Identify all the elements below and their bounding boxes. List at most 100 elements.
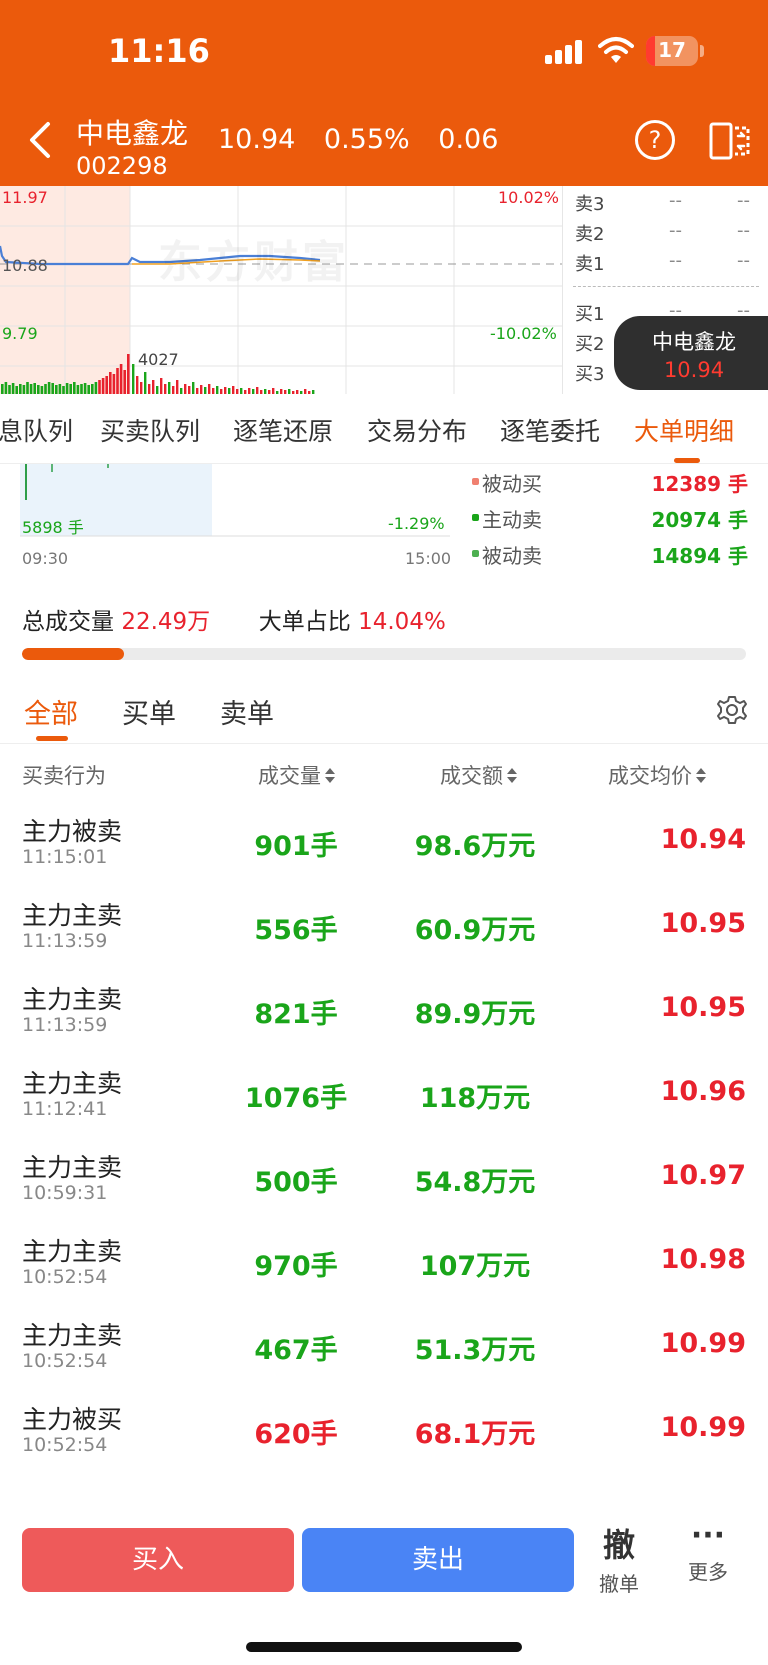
- col-volume[interactable]: 成交量: [258, 760, 335, 790]
- volume-bar: [98, 380, 101, 394]
- home-indicator[interactable]: [246, 1642, 522, 1652]
- volume-bar: [4, 382, 8, 394]
- table-row[interactable]: 主力主卖 11:13:59 821手 89.9万元 10.95: [0, 970, 768, 1059]
- table-row[interactable]: 主力被买 10:52:54 620手 68.1万元 10.99: [0, 1390, 768, 1479]
- chart-start-time: 09:30: [22, 549, 69, 568]
- col-avg-price-label: 成交均价: [608, 764, 692, 788]
- row-amount: 51.3万元: [414, 1335, 536, 1366]
- filter-tabs: 全部 买单 卖单: [0, 680, 768, 744]
- volume-bar: [26, 382, 29, 394]
- current-price: 10.94: [218, 124, 296, 155]
- large-ratio-label: 大单占比: [258, 609, 351, 635]
- sell-button[interactable]: 卖出: [302, 1528, 574, 1592]
- table-row[interactable]: 主力主卖 10:52:54 970手 107万元 10.98: [0, 1222, 768, 1311]
- floating-stock-tag[interactable]: 中电鑫龙 10.94: [614, 316, 768, 390]
- volume-bar: [73, 382, 76, 394]
- tab-large-orders[interactable]: 大单明细: [634, 412, 734, 448]
- row-volume: 901手: [254, 831, 338, 862]
- stock-code: 002298: [76, 152, 168, 180]
- order-level-label: 买3: [575, 364, 605, 385]
- volume-bar: [152, 380, 155, 394]
- switch-layout-icon[interactable]: [708, 120, 752, 162]
- legend-dot: [472, 514, 479, 521]
- row-time: 10:52:54: [22, 1266, 108, 1288]
- app-header: 11:16 17 中电鑫龙 002298 10.94 0.55% 0.06 ?: [0, 0, 768, 186]
- wifi-icon: [598, 37, 634, 63]
- buy-button[interactable]: 买入: [22, 1528, 294, 1592]
- volume-bar: [1, 384, 4, 394]
- volume-bar: [156, 386, 159, 394]
- row-volume: 821手: [254, 999, 338, 1030]
- volume-bar: [15, 386, 18, 394]
- row-amount: 68.1万元: [414, 1419, 536, 1450]
- row-action: 主力主卖: [22, 1237, 123, 1266]
- volume-bar: [47, 382, 51, 394]
- help-button[interactable]: ?: [635, 120, 675, 160]
- total-volume-label: 总成交量: [22, 609, 114, 635]
- table-row[interactable]: 主力主卖 11:12:41 1076手 118万元 10.96: [0, 1054, 768, 1143]
- gear-icon[interactable]: [716, 694, 748, 726]
- tab-tick-orders[interactable]: 逐笔委托: [500, 412, 600, 448]
- row-amount: 60.9万元: [414, 915, 536, 946]
- volume-bar: [8, 385, 11, 394]
- tab-tick-restore[interactable]: 逐笔还原: [233, 412, 333, 448]
- volume-bar: [58, 384, 62, 394]
- legend-value: 12389 手: [651, 472, 748, 496]
- tab-order-queue[interactable]: 买卖队列: [100, 412, 200, 448]
- volume-bar: [232, 386, 235, 394]
- legend-passive-buy: 被动买 12389 手: [472, 468, 752, 498]
- back-icon[interactable]: [22, 118, 58, 162]
- cancel-order-button[interactable]: 撤 撤单: [592, 1520, 646, 1604]
- change-percent: 0.55%: [323, 124, 410, 155]
- row-action: 主力被买: [22, 1405, 123, 1434]
- battery-icon: 17: [646, 36, 698, 66]
- more-button[interactable]: ··· 更多: [680, 1520, 736, 1604]
- row-amount: 54.8万元: [414, 1167, 536, 1198]
- more-icon: ···: [690, 1518, 726, 1553]
- change-amount: 0.06: [438, 124, 499, 155]
- col-avg-price[interactable]: 成交均价: [608, 760, 706, 790]
- row-action: 主力主卖: [22, 901, 123, 930]
- row-volume: 970手: [254, 1251, 338, 1282]
- filter-buy[interactable]: 买单: [122, 692, 176, 731]
- signal-icon: [545, 40, 585, 64]
- row-time: 11:13:59: [22, 930, 108, 952]
- chart-down-pct: -10.02%: [490, 324, 557, 343]
- table-row[interactable]: 主力被卖 11:15:01 901手 98.6万元 10.94: [0, 802, 768, 891]
- volume-bar: [127, 354, 130, 394]
- battery-level: 17: [658, 38, 686, 62]
- volume-bar: [216, 386, 219, 394]
- volume-bar: [44, 384, 47, 394]
- watermark: 东方财富: [158, 237, 350, 288]
- sort-icon: [325, 768, 335, 784]
- active-tab-indicator: [674, 458, 700, 463]
- table-row[interactable]: 主力主卖 10:52:54 467手 51.3万元 10.99: [0, 1306, 768, 1395]
- volume-bar: [87, 385, 90, 394]
- order-book-row: 卖1 -- --: [569, 250, 765, 278]
- col-amount[interactable]: 成交额: [440, 760, 517, 790]
- table-row[interactable]: 主力主卖 11:13:59 556手 60.9万元 10.95: [0, 886, 768, 975]
- filter-sell[interactable]: 卖单: [220, 692, 274, 731]
- volume-bar: [101, 378, 105, 394]
- intraday-chart-svg: [0, 186, 562, 394]
- volume-bar: [144, 372, 147, 394]
- intraday-chart[interactable]: 东方财富 11.97 10.88 9.79 10.02% -10.02% 402…: [0, 186, 562, 394]
- table-row[interactable]: 主力主卖 10:59:31 500手 54.8万元 10.97: [0, 1138, 768, 1227]
- legend-label: 被动卖: [482, 544, 542, 568]
- sort-icon: [507, 768, 517, 784]
- filter-all[interactable]: 全部: [24, 692, 78, 731]
- volume-bar: [132, 364, 135, 394]
- tab-trade-distribution[interactable]: 交易分布: [367, 412, 467, 448]
- totals-summary: 总成交量 22.49万 大单占比 14.04%: [22, 602, 446, 636]
- volume-bar: [33, 383, 36, 394]
- tab-info-queue[interactable]: 息队列: [0, 412, 73, 448]
- row-avg-price: 10.99: [660, 1328, 746, 1359]
- row-volume: 620手: [254, 1419, 338, 1450]
- quote-summary: 10.94 0.55% 0.06: [218, 124, 512, 155]
- stock-name: 中电鑫龙: [76, 117, 189, 150]
- row-amount: 107万元: [419, 1251, 531, 1282]
- volume-bar: [188, 386, 191, 394]
- more-label: 更多: [688, 1560, 728, 1584]
- total-volume-value: 22.49万: [121, 609, 211, 635]
- volume-bar: [200, 385, 203, 394]
